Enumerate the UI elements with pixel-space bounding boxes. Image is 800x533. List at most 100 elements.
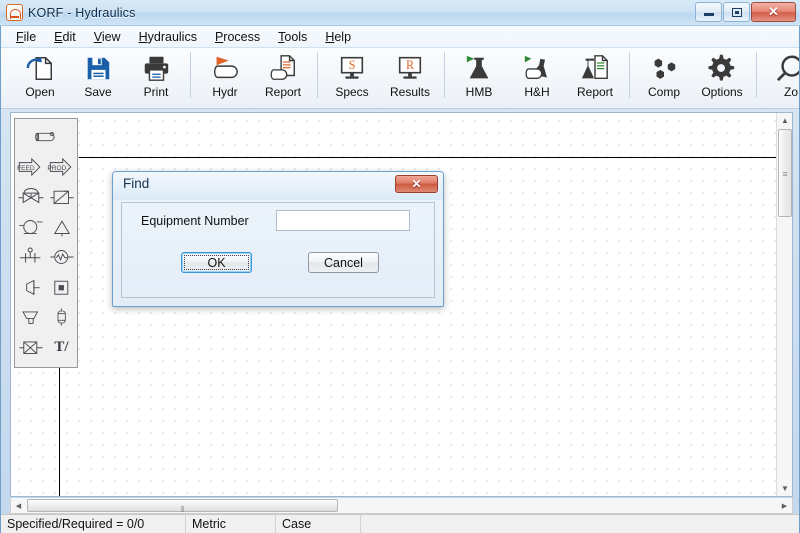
printer-icon (141, 52, 171, 84)
palette-item-heat-exchanger[interactable] (46, 182, 77, 212)
palette-item-flow-meter[interactable] (46, 242, 77, 272)
equipment-number-label: Equipment Number (141, 214, 249, 228)
toolbar-button-hmb[interactable]: HMB (450, 48, 508, 106)
vertical-scrollbar[interactable]: ▲ ≡ ▼ (776, 113, 792, 496)
toolbar-button-hh[interactable]: H&H (508, 48, 566, 106)
palette-item-tee-fitting[interactable] (15, 302, 46, 332)
minimize-button[interactable] (695, 2, 722, 22)
maximize-button[interactable] (723, 2, 750, 22)
palette-item-vertical-vessel[interactable] (46, 302, 77, 332)
menu-item-file[interactable]: File (7, 28, 45, 46)
equipment-palette[interactable]: FEED PROD T/ (14, 118, 78, 368)
components-hexagons-icon (649, 52, 679, 84)
svg-text:S: S (349, 58, 356, 72)
palette-item-orifice-plate[interactable] (46, 272, 77, 302)
menu-item-tools[interactable]: Tools (269, 28, 316, 46)
toolbar-button-label: Specs (335, 85, 369, 99)
menu-item-view[interactable]: View (85, 28, 130, 46)
vertical-scroll-thumb[interactable]: ≡ (778, 129, 792, 217)
palette-item-reducer[interactable] (15, 272, 46, 302)
flask-run-icon (464, 52, 494, 84)
toolbar-button-options[interactable]: Options (693, 48, 751, 106)
find-dialog: Find ✕ Equipment Number OK Cancel (112, 171, 444, 307)
palette-item-product-stream[interactable]: PROD (46, 152, 77, 182)
chevron-right-icon: ▶ (781, 502, 788, 510)
toolbar-button-open[interactable]: Open (11, 48, 69, 106)
scroll-grip-icon: ≡ (782, 169, 788, 179)
toolbar: Open Save Print Hydr Report S Specs R Results HMB… (1, 48, 799, 109)
toolbar-button-label: Zo (783, 85, 798, 99)
palette-item-pump[interactable] (15, 212, 46, 242)
toolbar-button-report[interactable]: Report (254, 48, 312, 106)
palette-item-text-tool[interactable]: T/ (46, 332, 77, 362)
palette-item-pipe-segment[interactable] (15, 122, 77, 152)
cancel-button[interactable]: Cancel (308, 252, 379, 273)
pipe-run-hydraulics-icon (210, 52, 240, 84)
toolbar-button-comp[interactable]: Comp (635, 48, 693, 106)
scroll-up-button[interactable]: ▲ (777, 113, 792, 128)
horizontal-scroll-thumb[interactable]: ⦀ (27, 499, 338, 514)
flask-pipe-run-icon (522, 52, 552, 84)
window-controls: ✕ (694, 2, 796, 22)
scroll-down-button[interactable]: ▼ (777, 481, 792, 496)
menu-item-help[interactable]: Help (316, 28, 360, 46)
horizontal-scrollbar[interactable]: ◀ ⦀ ▶ (10, 498, 793, 514)
pump-icon (18, 215, 44, 239)
heat-exchanger-icon (49, 185, 75, 209)
toolbar-separator (317, 52, 318, 98)
focus-rectangle (184, 255, 249, 270)
palette-item-instrument-tee[interactable] (15, 242, 46, 272)
palette-item-column[interactable] (46, 212, 77, 242)
feed-arrow-icon: FEED (16, 156, 46, 178)
cancel-button-label: Cancel (324, 255, 363, 270)
toolbar-button-report[interactable]: Report (566, 48, 624, 106)
svg-text:PROD: PROD (47, 165, 66, 172)
gate-valve-icon (18, 335, 44, 359)
instrument-tee-icon (17, 245, 45, 269)
toolbar-button-print[interactable]: Print (127, 48, 185, 106)
open-folder-page-icon (25, 52, 55, 84)
toolbar-button-zo[interactable]: Zo (762, 48, 799, 106)
chevron-down-icon: ▼ (781, 484, 789, 493)
tee-fitting-icon (18, 305, 44, 329)
dialog-title: Find (123, 176, 150, 191)
vertical-vessel-icon (50, 304, 74, 330)
close-button[interactable]: ✕ (751, 2, 796, 22)
zoom-magnifier-icon (776, 52, 799, 84)
palette-item-gate-valve[interactable] (15, 332, 46, 362)
svg-text:R: R (406, 58, 415, 72)
chevron-left-icon: ◀ (15, 502, 22, 510)
toolbar-button-label: Save (84, 85, 112, 99)
status-cell-1: Metric (186, 514, 276, 533)
status-cell-0: Specified/Required = 0/0 (1, 514, 186, 533)
pipe-report-document-icon (268, 52, 298, 84)
toolbar-button-save[interactable]: Save (69, 48, 127, 106)
equipment-number-input[interactable] (276, 210, 410, 231)
toolbar-button-label: HMB (465, 85, 493, 99)
menu-item-process[interactable]: Process (206, 28, 269, 46)
toolbar-separator (629, 52, 630, 98)
menu-item-edit[interactable]: Edit (45, 28, 85, 46)
korf-app-icon (6, 4, 23, 21)
text-tool-icon: T/ (54, 338, 69, 355)
ok-button[interactable]: OK (181, 252, 252, 273)
flow-line-horizontal[interactable] (79, 157, 792, 158)
dialog-close-button[interactable]: ✕ (395, 175, 438, 193)
toolbar-button-label: Hydr (212, 85, 238, 99)
scroll-grip-icon: ⦀ (180, 505, 185, 514)
scroll-right-button[interactable]: ▶ (777, 498, 792, 513)
toolbar-button-specs[interactable]: S Specs (323, 48, 381, 106)
toolbar-button-label: Report (576, 85, 614, 99)
toolbar-button-hydr[interactable]: Hydr (196, 48, 254, 106)
palette-item-control-valve[interactable] (15, 182, 46, 212)
scroll-left-button[interactable]: ◀ (11, 498, 26, 513)
application-window: KORF - Hydraulics ✕ File Edit View Hydrauli… (0, 0, 800, 533)
palette-item-feed-stream[interactable]: FEED (15, 152, 46, 182)
control-valve-icon (17, 185, 45, 209)
floppy-disk-icon (83, 52, 113, 84)
toolbar-button-results[interactable]: R Results (381, 48, 439, 106)
menu-item-hydraulics[interactable]: Hydraulics (130, 28, 206, 46)
flask-report-document-icon (580, 52, 610, 84)
status-cell-2: Case (276, 514, 361, 533)
column-icon (49, 215, 75, 239)
